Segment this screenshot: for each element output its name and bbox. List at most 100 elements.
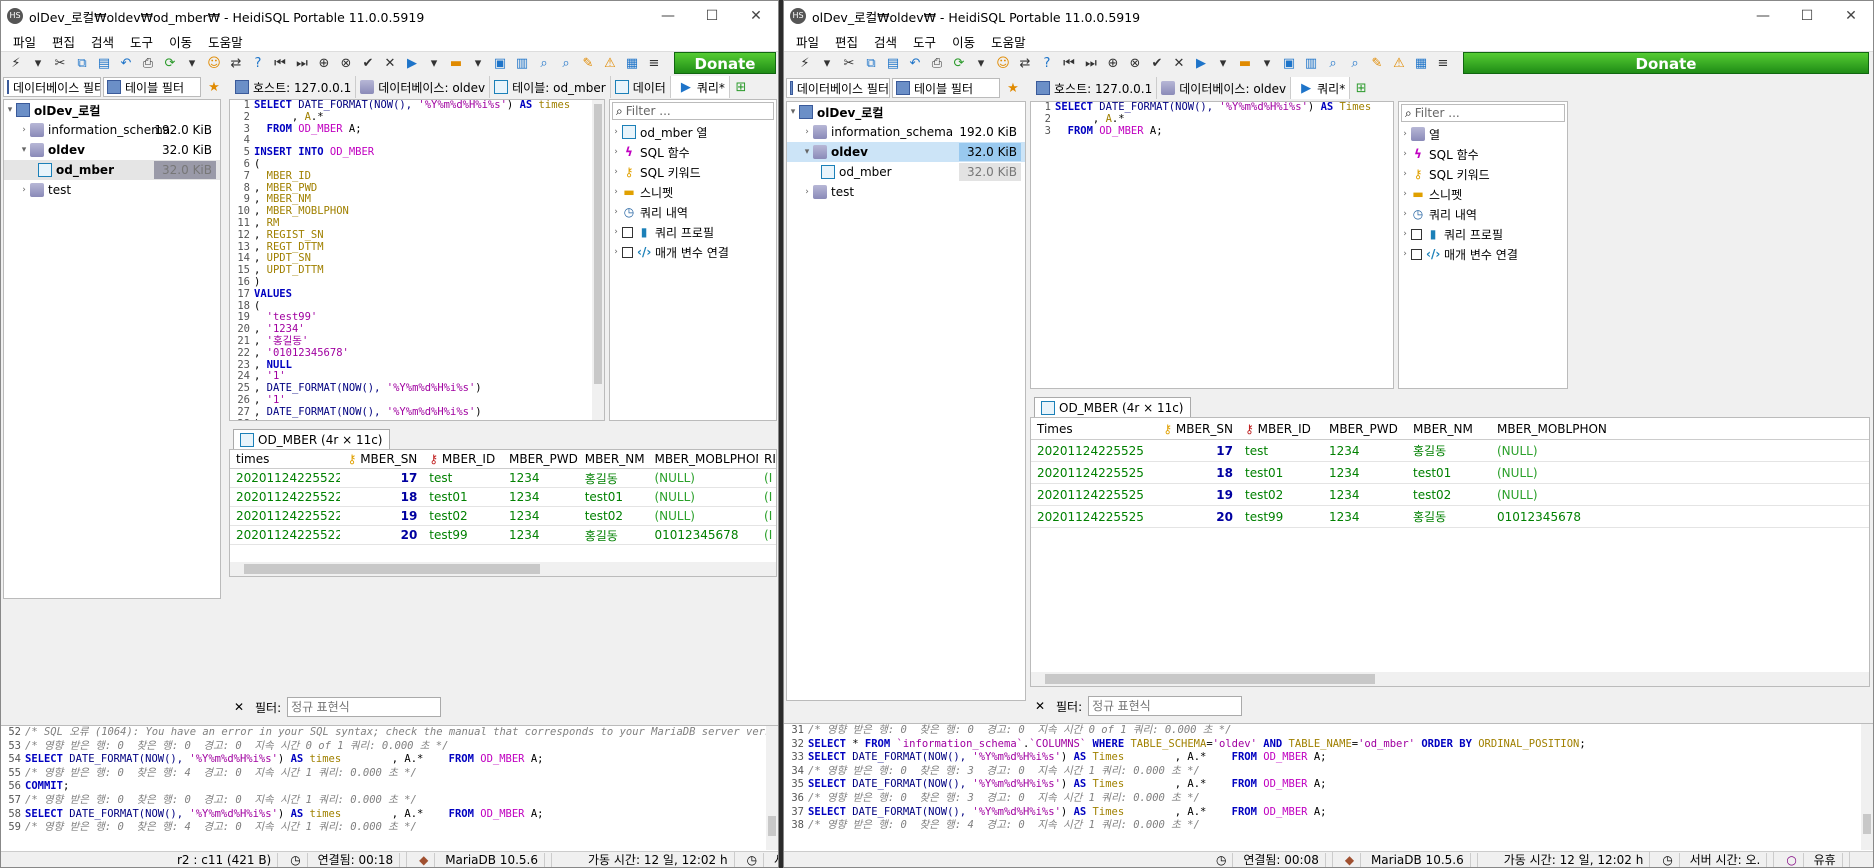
- chevron-right-icon[interactable]: ›: [801, 187, 813, 197]
- chevron-right-icon[interactable]: ›: [610, 167, 622, 177]
- column-header[interactable]: ⚷ MBER_SN: [340, 452, 424, 466]
- sql-editor[interactable]: 1 SELECT DATE_FORMAT(NOW(), '%Y%m%d%H%i%s…: [1030, 101, 1394, 389]
- tab-database[interactable]: 데이터베이스: oldev: [1157, 77, 1292, 99]
- chevron-right-icon[interactable]: ›: [610, 187, 622, 197]
- helper-sql-keywords[interactable]: › ⚷ SQL 키워드: [610, 162, 776, 182]
- last-icon[interactable]: ⏭: [1082, 55, 1100, 73]
- minimize-icon[interactable]: —: [646, 8, 690, 24]
- delete-icon[interactable]: ⊗: [337, 55, 355, 73]
- minimize-icon[interactable]: —: [1741, 8, 1785, 24]
- help-icon[interactable]: ?: [1038, 55, 1056, 73]
- chevron-right-icon[interactable]: ›: [18, 185, 30, 195]
- menu-help[interactable]: 도움말: [983, 32, 1034, 51]
- dropdown-icon[interactable]: ▾: [972, 55, 990, 73]
- menu-tools[interactable]: 도구: [122, 32, 161, 51]
- table-row[interactable]: 20201124225525 17 test 1234 홍길동 (NULL): [1031, 440, 1869, 462]
- help-icon[interactable]: ?: [249, 55, 267, 73]
- column-header[interactable]: times: [230, 452, 340, 466]
- result-tab[interactable]: OD_MBER (4r × 11c): [233, 429, 390, 449]
- close-filter-icon[interactable]: ✕: [229, 700, 249, 714]
- tab-query[interactable]: ▶ 쿼리*: [670, 76, 730, 98]
- chevron-right-icon[interactable]: ›: [1399, 249, 1411, 259]
- table-row[interactable]: 20201124225522 18 test01 1234 test01 (NU…: [230, 488, 776, 507]
- tab-table[interactable]: 테이블: od_mber: [490, 76, 611, 98]
- maximize-icon[interactable]: ☐: [690, 8, 734, 24]
- tree-root[interactable]: ▾ olDev_로컬: [4, 100, 220, 120]
- editor-scrollbar[interactable]: [592, 100, 604, 420]
- helper-query-profile[interactable]: › ▮ 쿼리 프로필: [1399, 224, 1567, 244]
- tree-item-od-mber[interactable]: od_mber 32.0 KiB: [4, 160, 220, 180]
- tab-query[interactable]: ▶ 쿼리*: [1291, 77, 1351, 99]
- cancel-icon[interactable]: ✕: [1170, 55, 1188, 73]
- menu-edit[interactable]: 편집: [44, 32, 83, 51]
- grid-horizontal-scrollbar[interactable]: [230, 562, 776, 576]
- chevron-down-icon[interactable]: ▾: [4, 105, 16, 115]
- sql-log[interactable]: 52/* SQL 오류 (1064): You have an error in…: [1, 725, 778, 851]
- connect-icon[interactable]: ⚡: [7, 55, 25, 73]
- chevron-down-icon[interactable]: ▾: [801, 147, 813, 157]
- chevron-right-icon[interactable]: ›: [610, 147, 622, 157]
- table-row[interactable]: 20201124225522 19 test02 1234 test02 (NU…: [230, 507, 776, 526]
- refresh-icon[interactable]: ⟳: [161, 55, 179, 73]
- chevron-right-icon[interactable]: ›: [1399, 129, 1411, 139]
- checkbox[interactable]: [622, 226, 633, 238]
- first-icon[interactable]: ⏮: [1060, 55, 1078, 73]
- tab-host[interactable]: 호스트: 127.0.0.1: [231, 76, 357, 98]
- warning-icon[interactable]: ⚠: [1390, 55, 1408, 73]
- chevron-right-icon[interactable]: ›: [610, 247, 622, 257]
- checkbox[interactable]: [622, 246, 633, 258]
- tree-item-test[interactable]: › test: [787, 182, 1025, 202]
- close-icon[interactable]: ✕: [734, 8, 778, 24]
- print-icon[interactable]: ⎙: [139, 55, 157, 73]
- last-icon[interactable]: ⏭: [293, 55, 311, 73]
- new-query-tab-icon[interactable]: ⊞: [732, 78, 750, 96]
- checkbox[interactable]: [1411, 228, 1422, 240]
- close-icon[interactable]: ✕: [1829, 8, 1873, 24]
- new-query-tab-icon[interactable]: ⊞: [1352, 79, 1370, 97]
- connect-icon[interactable]: ⚡: [796, 55, 814, 73]
- warning-icon[interactable]: ⚠: [601, 55, 619, 73]
- filter-input[interactable]: [287, 697, 442, 717]
- chevron-right-icon[interactable]: ›: [18, 125, 30, 135]
- menu-edit[interactable]: 편집: [827, 32, 866, 51]
- apply-icon[interactable]: ✔: [1148, 55, 1166, 73]
- tab-data[interactable]: 데이터: [611, 76, 671, 98]
- tab-database[interactable]: 데이터베이스: oldev: [356, 76, 491, 98]
- menu-file[interactable]: 파일: [788, 32, 827, 51]
- save-icon[interactable]: ▣: [1280, 55, 1298, 73]
- find-icon[interactable]: ⌕: [1324, 55, 1342, 73]
- helper-columns[interactable]: › 열: [1399, 124, 1567, 144]
- tree-item-oldev[interactable]: ▾ oldev 32.0 KiB: [4, 140, 220, 160]
- refresh-icon[interactable]: ⟳: [950, 55, 968, 73]
- add-icon[interactable]: ⊕: [1104, 55, 1122, 73]
- table-row[interactable]: 20201124225525 18 test01 1234 test01 (NU…: [1031, 462, 1869, 484]
- helper-snippets[interactable]: › ▬ 스니펫: [610, 182, 776, 202]
- helper-snippets[interactable]: › ▬ 스니펫: [1399, 184, 1567, 204]
- grid-horizontal-scrollbar[interactable]: [1031, 672, 1869, 686]
- binary-icon[interactable]: ▦: [623, 55, 641, 73]
- close-filter-icon[interactable]: ✕: [1030, 699, 1050, 713]
- chevron-right-icon[interactable]: ›: [1399, 209, 1411, 219]
- result-grid[interactable]: times ⚷ MBER_SN ⚷ MBER_ID MBER_PWD MBER_…: [229, 449, 777, 577]
- table-row[interactable]: 20201124225525 19 test02 1234 test02 (NU…: [1031, 484, 1869, 506]
- result-grid[interactable]: Times ⚷ MBER_SN ⚷ MBER_ID MBER_PWD MBER_…: [1030, 417, 1870, 687]
- menu-search[interactable]: 검색: [83, 32, 122, 51]
- star-icon[interactable]: ★: [205, 78, 223, 96]
- helper-bind-params[interactable]: › ‹/› 매개 변수 연결: [610, 242, 776, 262]
- tree-item-test[interactable]: › test: [4, 180, 220, 200]
- chevron-right-icon[interactable]: ›: [1399, 169, 1411, 179]
- save-as-icon[interactable]: ▥: [1302, 55, 1320, 73]
- copy-icon[interactable]: ⧉: [73, 55, 91, 73]
- helper-sql-keywords[interactable]: › ⚷ SQL 키워드: [1399, 164, 1567, 184]
- chevron-right-icon[interactable]: ›: [610, 207, 622, 217]
- tree-root[interactable]: ▾ olDev_로컬: [787, 102, 1025, 122]
- helper-filter-input[interactable]: ⌕ Filter ...: [1401, 104, 1565, 122]
- helper-columns[interactable]: › od_mber 열: [610, 122, 776, 142]
- chevron-right-icon[interactable]: ›: [1399, 229, 1411, 239]
- column-header[interactable]: ⚷ MBER_ID: [423, 452, 503, 466]
- sql-editor[interactable]: 1 SELECT DATE_FORMAT(NOW(), '%Y%m%d%H%i%s…: [229, 99, 605, 421]
- tree-item-od-mber[interactable]: od_mber 32.0 KiB: [787, 162, 1025, 182]
- filter-input[interactable]: [1088, 696, 1243, 716]
- column-header[interactable]: MBER_NM: [1407, 422, 1491, 436]
- save-icon[interactable]: ▣: [491, 55, 509, 73]
